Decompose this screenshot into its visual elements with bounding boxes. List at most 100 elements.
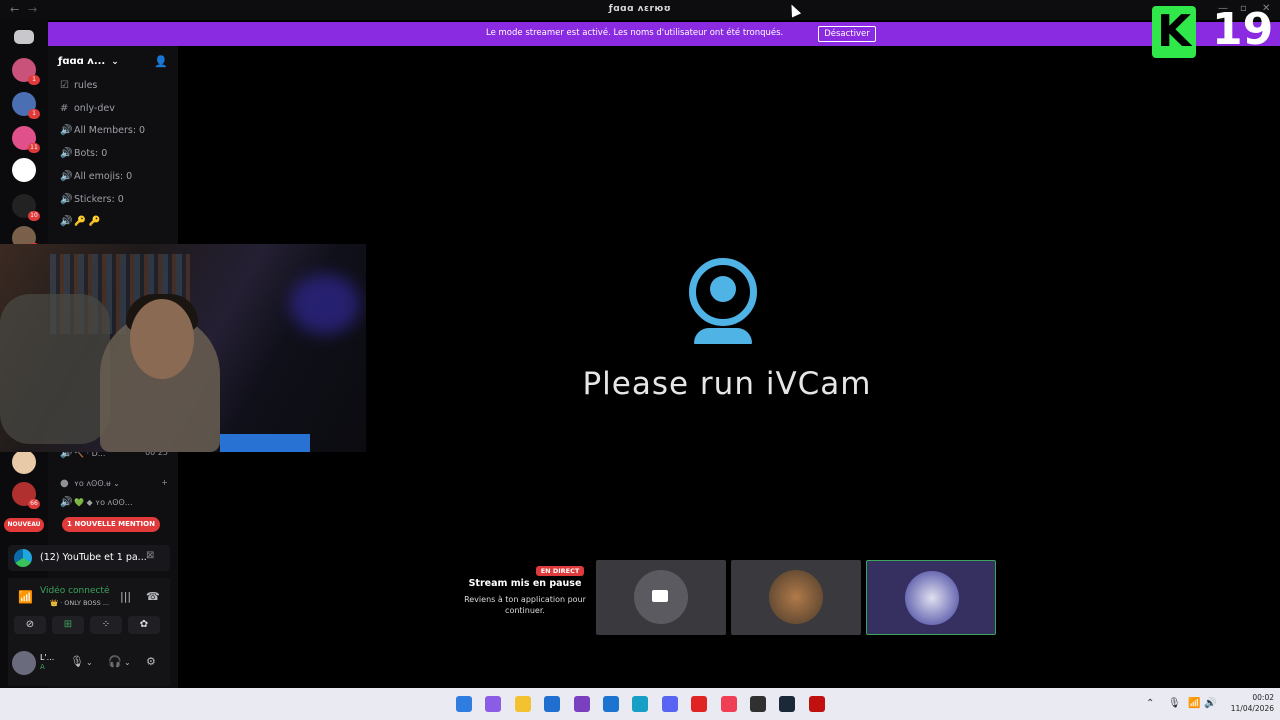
server-header[interactable]: ƒɑɑɑ ʌ... ⌄ (58, 56, 119, 67)
screen-share-button[interactable]: ⊞ (52, 616, 84, 634)
participant-tile-1[interactable] (731, 560, 861, 635)
server-icon[interactable]: 10 (12, 194, 40, 221)
server-badge: 66 (28, 499, 40, 509)
tray-mic-icon[interactable]: 🎙 (1168, 698, 1181, 709)
channel-item[interactable]: 🔊 Bots: 0 (60, 148, 172, 166)
channel-icon: ☑ (60, 80, 69, 91)
start-icon[interactable] (456, 696, 472, 712)
edge-icon[interactable] (632, 696, 649, 712)
game-icon[interactable] (808, 696, 825, 712)
channel-icon: 🔊 (60, 193, 73, 205)
outlook-icon[interactable] (603, 696, 619, 712)
edge-icon (14, 549, 32, 567)
live-badge: EN DIRECT (536, 566, 584, 576)
close-notification-icon[interactable]: ⊠ (146, 550, 154, 561)
channel-item[interactable]: 🔊 All emojis: 0 (60, 171, 172, 189)
banner-text: Le mode streamer est activé. Les noms d'… (486, 28, 784, 38)
server-icon[interactable]: 1 (12, 92, 40, 119)
clock[interactable]: 00:02 11/04/2026 (1222, 692, 1274, 714)
taskbar: ⌃ 🎙 📶 🔊 00:02 11/04/2026 (0, 688, 1280, 720)
pocket-icon[interactable] (720, 696, 737, 712)
server-badge: 11 (28, 143, 40, 153)
channel-item[interactable]: 🔊 💚 ◆ ʏo ʌʘʘ... (60, 497, 172, 515)
channel-item[interactable]: 🔊 Stickers: 0 (60, 194, 172, 212)
channel-item[interactable]: # only-dev (60, 103, 172, 121)
channel-label: only-dev (74, 102, 115, 114)
voice-status[interactable]: Vidéo connecté (40, 586, 110, 596)
settings-gear-icon[interactable]: ⚙ (146, 655, 156, 668)
store-icon[interactable] (544, 696, 561, 712)
new-mention-badge[interactable]: 1 NOUVELLE MENTION (62, 517, 160, 532)
mic-chevron-icon[interactable]: ⌄ (86, 658, 93, 667)
channel-item[interactable]: ● ʏo ʌʘʘ.ᵾ ⌄ + (60, 478, 172, 496)
channel-item[interactable]: ☑ rules (60, 80, 172, 98)
explorer-icon[interactable] (514, 696, 531, 712)
camera-icon (652, 590, 668, 602)
camera-tile[interactable] (596, 560, 726, 635)
channel-label: Stickers: 0 (74, 193, 124, 205)
participant-avatar-1 (769, 570, 823, 624)
onenote-icon[interactable] (573, 696, 590, 712)
chevron-down-icon: ⌄ (111, 57, 119, 67)
ivcam-message: Please run iVCam (582, 366, 872, 402)
server-badge: 1 (28, 75, 40, 85)
server-badge: 10 (28, 211, 40, 221)
activity-notification[interactable]: (12) YouTube et 1 pa... ⊠ (8, 545, 170, 571)
channel-label: rules (74, 80, 98, 91)
channel-item[interactable]: 🔊 🔑 🔑 (60, 216, 172, 234)
channel-icon: 🔊 (60, 497, 73, 508)
discord-home-icon[interactable] (14, 30, 34, 44)
disable-streamer-button[interactable]: Désactiver (818, 26, 876, 42)
camera-off-button[interactable]: ⊘ (14, 616, 46, 634)
microphone-icon[interactable]: 🎙 (70, 655, 84, 668)
participant-avatar-2 (905, 571, 959, 625)
neon-light (220, 434, 310, 452)
stream-paused-text: Reviens à ton application pour continuer… (464, 595, 586, 615)
streamer-head (130, 299, 194, 379)
wifi-icon[interactable]: 📶 (1188, 698, 1200, 709)
channel-item[interactable]: 🔊 All Members: 0 (60, 125, 172, 143)
k19-overlay: K 19 (1150, 4, 1274, 58)
channel-icon: ● (60, 478, 69, 489)
disconnect-icon[interactable]: ☎ (146, 590, 160, 603)
discord-icon[interactable] (661, 696, 678, 712)
copilot-icon[interactable] (485, 696, 502, 712)
stream-paused-title: Stream mis en pause (468, 578, 582, 589)
voice-channel[interactable]: 👑 · ONLY BOSS ... (50, 599, 109, 607)
server-icon[interactable] (12, 158, 36, 182)
server-icon[interactable]: 66 (12, 482, 40, 509)
webcam-overlay (0, 244, 366, 452)
steam-icon[interactable] (779, 696, 796, 712)
channel-icon: 🔊 (60, 170, 73, 182)
channel-icon: 🔊 (60, 216, 73, 228)
streamer-mode-banner: Le mode streamer est activé. Les noms d'… (48, 22, 1280, 46)
volume-icon[interactable]: 🔊 (1204, 698, 1216, 709)
server-icon[interactable]: 11 (12, 126, 40, 153)
participant-tile-2[interactable] (866, 560, 996, 635)
headset-chevron-icon[interactable]: ⌄ (124, 658, 131, 667)
signal-icon: 📶 (18, 590, 33, 604)
noise-suppression-icon[interactable]: ||| (120, 590, 131, 603)
window-title: ƒɑɑɑ ʌɛrюʊ (608, 4, 672, 14)
clock-date: 11/04/2026 (1230, 704, 1274, 713)
title-bar: ← → ƒɑɑɑ ʌɛrюʊ — ▫ ✕ (0, 0, 1280, 20)
obs-icon[interactable] (750, 696, 766, 712)
activities-button[interactable]: ⁘ (90, 616, 122, 634)
overlay-number: 19 (1212, 4, 1274, 55)
soundboard-button[interactable]: ✿ (128, 616, 160, 634)
headphones-icon[interactable]: 🎧 (108, 655, 122, 668)
tray-chevron-icon[interactable]: ⌃ (1146, 698, 1154, 709)
channel-label: 💚 ◆ ʏo ʌʘʘ... (74, 498, 133, 507)
new-badge[interactable]: NOUVEAU (4, 518, 44, 532)
server-icon[interactable]: 1 (12, 58, 40, 85)
channel-extra: + (161, 478, 168, 487)
app-red-icon[interactable] (691, 696, 708, 712)
ivcam-logo (688, 258, 758, 346)
background-light (290, 274, 360, 334)
avatar[interactable] (12, 651, 36, 675)
channel-label: 🔑 🔑 (74, 216, 101, 228)
clock-time: 00:02 (1252, 693, 1274, 702)
server-icon[interactable] (12, 450, 36, 474)
channel-label: All emojis: 0 (74, 170, 133, 182)
invite-people-icon[interactable]: 👤 (154, 55, 168, 68)
